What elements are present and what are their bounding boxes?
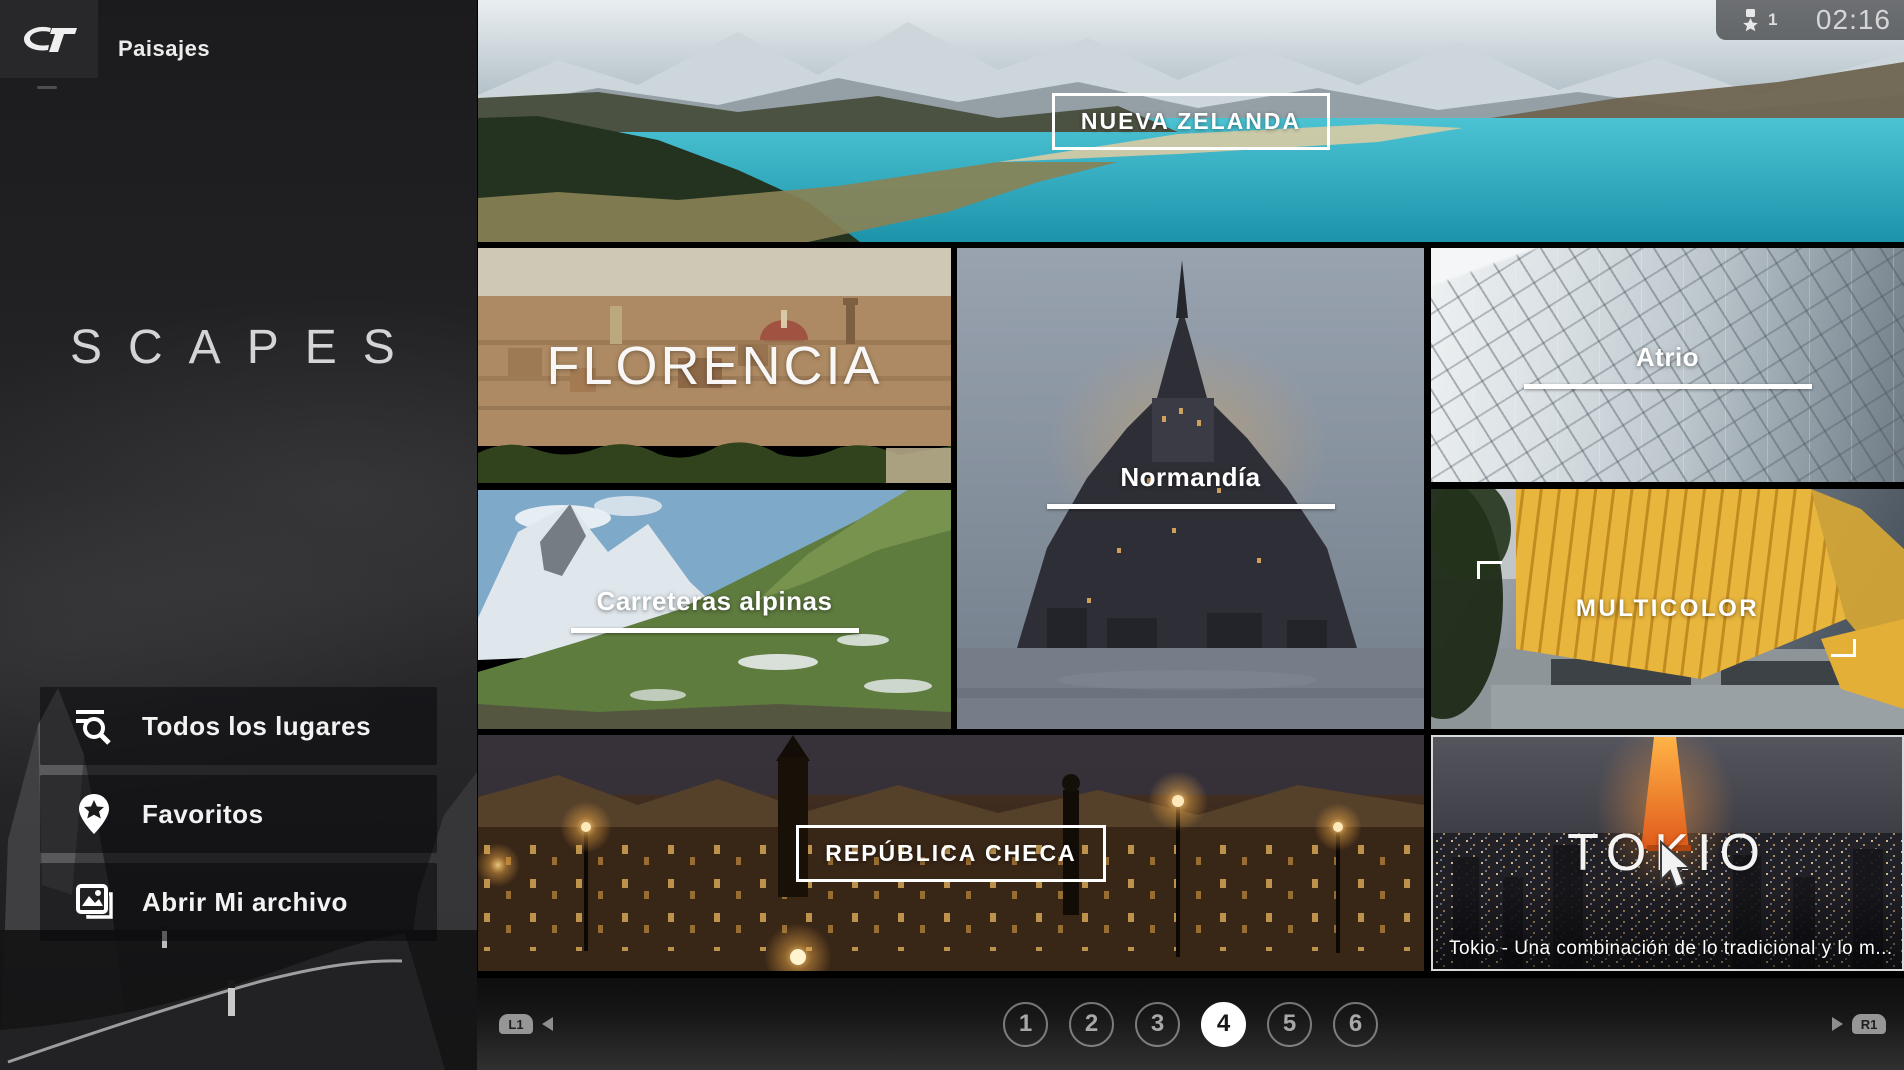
scapes-title: SCAPES	[70, 320, 421, 375]
search-list-icon	[74, 704, 114, 748]
prev-triangle-icon	[542, 1017, 553, 1031]
page-button-3[interactable]: 3	[1135, 1002, 1180, 1047]
tile-label: Carreteras alpinas	[597, 586, 833, 617]
tile-republica-checa[interactable]: REPÚBLICA CHECA	[478, 735, 1424, 971]
mouse-cursor	[1658, 840, 1694, 892]
page-button-4[interactable]: 4	[1201, 1002, 1246, 1047]
gt-logo-icon	[18, 21, 80, 57]
tile-label: Atrio	[1636, 342, 1699, 373]
sidebar: Paisajes SCAPES Todos los lugares Favori…	[0, 0, 477, 1070]
tile-label: MULTICOLOR	[1576, 595, 1759, 623]
sidebar-item-label: Favoritos	[142, 799, 264, 830]
r1-button-badge: R1	[1852, 1014, 1886, 1034]
next-page-control[interactable]: R1	[1832, 978, 1886, 1070]
tile-label: NUEVA ZELANDA	[1052, 93, 1330, 150]
tile-carreteras-alpinas[interactable]: Carreteras alpinas	[478, 490, 951, 729]
l1-button-badge: L1	[499, 1014, 533, 1034]
tile-multicolor[interactable]: MULTICOLOR	[1431, 489, 1904, 729]
label-underline	[1524, 384, 1812, 389]
prev-page-control[interactable]: L1	[499, 978, 553, 1070]
tile-label: Normandía	[1120, 462, 1260, 493]
status-overlay: 1 02:16	[1716, 0, 1904, 40]
status-count: 1	[1768, 10, 1777, 30]
star-pin-icon	[1742, 9, 1759, 32]
sidebar-item-favorites[interactable]: Favoritos	[40, 775, 437, 853]
tile-label-group: Atrio	[1524, 342, 1812, 389]
sidebar-item-label: Abrir Mi archivo	[142, 887, 348, 918]
tile-florencia[interactable]: FLORENCIA	[478, 248, 951, 483]
tile-nueva-zelanda[interactable]: NUEVA ZELANDA	[478, 0, 1904, 242]
label-underline	[1047, 504, 1335, 509]
bracket-top-left	[1477, 561, 1502, 579]
pagination-bar: L1 1 2 3 4 5 6 R1	[477, 978, 1904, 1070]
page-button-6[interactable]: 6	[1333, 1002, 1378, 1047]
logo-indicator	[37, 86, 57, 89]
next-triangle-icon	[1832, 1017, 1843, 1031]
sidebar-item-open-my-library[interactable]: Abrir Mi archivo	[40, 863, 437, 941]
scapes-screen: Paisajes SCAPES Todos los lugares Favori…	[0, 0, 1904, 1070]
tile-caption: Tokio - Una combinación de lo tradiciona…	[1449, 938, 1893, 960]
tile-label-group: Normandía	[1047, 462, 1335, 509]
page-button-2[interactable]: 2	[1069, 1002, 1114, 1047]
page-title: Paisajes	[118, 36, 210, 62]
sidebar-item-label: Todos los lugares	[142, 711, 371, 742]
label-underline	[571, 628, 859, 633]
page-button-1[interactable]: 1	[1003, 1002, 1048, 1047]
tile-label-group: Carreteras alpinas	[571, 586, 859, 633]
my-library-icon	[74, 880, 114, 924]
clock: 02:16	[1816, 4, 1891, 36]
sidebar-item-all-places[interactable]: Todos los lugares	[40, 687, 437, 765]
tile-label: FLORENCIA	[546, 335, 882, 397]
favorite-pin-icon	[74, 792, 114, 836]
tile-atrio[interactable]: Atrio	[1431, 248, 1904, 482]
page-button-5[interactable]: 5	[1267, 1002, 1312, 1047]
bracket-bottom-right	[1831, 639, 1856, 657]
tile-normandia[interactable]: Normandía	[957, 248, 1424, 729]
tile-label: REPÚBLICA CHECA	[796, 825, 1106, 882]
gt-logo[interactable]	[0, 0, 98, 78]
